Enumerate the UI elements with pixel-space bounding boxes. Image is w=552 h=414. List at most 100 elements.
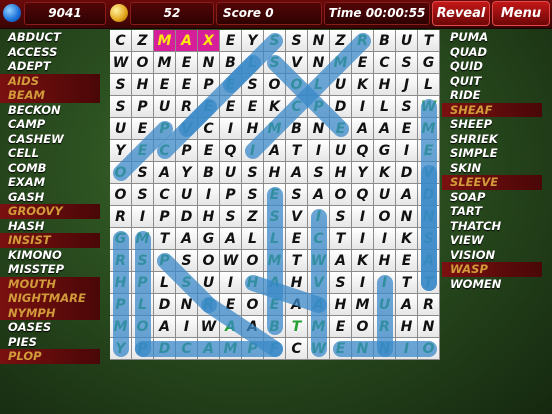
grid-cell[interactable]: M	[110, 316, 132, 338]
grid-cell[interactable]: E	[264, 294, 286, 316]
grid-cell[interactable]: U	[220, 162, 242, 184]
grid-cell[interactable]: O	[264, 74, 286, 96]
grid-cell[interactable]: I	[308, 140, 330, 162]
grid-cell[interactable]: I	[396, 338, 418, 360]
grid-cell[interactable]: E	[220, 96, 242, 118]
grid-cell[interactable]: A	[220, 228, 242, 250]
grid-cell[interactable]: E	[220, 294, 242, 316]
grid-cell[interactable]: S	[242, 162, 264, 184]
grid-cell[interactable]: E	[176, 74, 198, 96]
grid-cell[interactable]: S	[220, 206, 242, 228]
grid-cell[interactable]: W	[110, 52, 132, 74]
grid-cell[interactable]: W	[418, 96, 440, 118]
grid-cell[interactable]: E	[242, 96, 264, 118]
menu-button[interactable]: Menu	[492, 1, 550, 26]
grid-cell[interactable]: R	[374, 316, 396, 338]
grid-cell[interactable]: Z	[330, 30, 352, 52]
reveal-button[interactable]: Reveal	[432, 1, 490, 26]
grid-cell[interactable]: I	[374, 228, 396, 250]
grid-cell[interactable]: T	[418, 30, 440, 52]
grid-cell[interactable]: J	[396, 74, 418, 96]
grid-cell[interactable]: I	[308, 206, 330, 228]
grid-cell[interactable]: P	[110, 294, 132, 316]
grid-cell[interactable]: S	[264, 30, 286, 52]
grid-cell[interactable]: B	[286, 118, 308, 140]
grid-cell[interactable]: P	[132, 338, 154, 360]
grid-cell[interactable]: U	[330, 140, 352, 162]
grid-cell[interactable]: Y	[110, 140, 132, 162]
grid-cell[interactable]: M	[220, 338, 242, 360]
grid-cell[interactable]: V	[418, 162, 440, 184]
grid-cell[interactable]: A	[308, 294, 330, 316]
grid-cell[interactable]: Y	[110, 338, 132, 360]
grid-cell[interactable]: E	[330, 118, 352, 140]
grid-cell[interactable]: T	[418, 272, 440, 294]
grid-cell[interactable]: O	[286, 74, 308, 96]
grid-cell[interactable]: U	[374, 184, 396, 206]
grid-cell[interactable]: D	[176, 206, 198, 228]
grid-cell[interactable]: L	[132, 294, 154, 316]
grid-cell[interactable]: L	[374, 96, 396, 118]
grid-cell[interactable]: T	[286, 250, 308, 272]
grid-cell[interactable]: C	[286, 96, 308, 118]
grid-cell[interactable]: Q	[220, 140, 242, 162]
grid-cell[interactable]: M	[418, 118, 440, 140]
grid-cell[interactable]: S	[176, 250, 198, 272]
grid-cell[interactable]: E	[330, 338, 352, 360]
grid-cell[interactable]: H	[132, 74, 154, 96]
grid-cell[interactable]: S	[264, 206, 286, 228]
grid-cell[interactable]: U	[374, 294, 396, 316]
letter-grid[interactable]: CZMAXEYSSNZRBUTWOMENBLSVNMECSGSHEEPESOOL…	[110, 30, 440, 360]
grid-cell[interactable]: U	[110, 118, 132, 140]
grid-cell[interactable]: H	[242, 272, 264, 294]
grid-cell[interactable]: Q	[352, 140, 374, 162]
grid-cell[interactable]: C	[286, 338, 308, 360]
grid-cell[interactable]: O	[242, 294, 264, 316]
grid-cell[interactable]: G	[418, 52, 440, 74]
grid-cell[interactable]: E	[418, 140, 440, 162]
grid-cell[interactable]: N	[374, 338, 396, 360]
grid-cell[interactable]: Y	[176, 162, 198, 184]
grid-cell[interactable]: T	[286, 316, 308, 338]
grid-cell[interactable]: A	[264, 140, 286, 162]
grid-cell[interactable]: S	[286, 184, 308, 206]
grid-cell[interactable]: C	[154, 140, 176, 162]
grid-cell[interactable]: P	[132, 272, 154, 294]
grid-cell[interactable]: L	[154, 272, 176, 294]
grid-cell[interactable]: C	[308, 228, 330, 250]
grid-cell[interactable]: P	[220, 184, 242, 206]
grid-cell[interactable]: N	[352, 338, 374, 360]
grid-cell[interactable]: I	[198, 184, 220, 206]
grid-cell[interactable]: S	[418, 228, 440, 250]
grid-cell[interactable]: C	[374, 52, 396, 74]
grid-cell[interactable]: W	[308, 338, 330, 360]
grid-cell[interactable]: L	[418, 74, 440, 96]
grid-cell[interactable]: R	[110, 250, 132, 272]
grid-cell[interactable]: H	[330, 162, 352, 184]
grid-cell[interactable]: P	[154, 118, 176, 140]
grid-cell[interactable]: I	[352, 206, 374, 228]
grid-cell[interactable]: A	[352, 118, 374, 140]
grid-cell[interactable]: A	[264, 272, 286, 294]
grid-cell[interactable]: S	[242, 184, 264, 206]
grid-cell[interactable]: E	[220, 30, 242, 52]
grid-cell[interactable]: I	[396, 140, 418, 162]
grid-cell[interactable]: D	[418, 184, 440, 206]
grid-cell[interactable]: T	[154, 228, 176, 250]
grid-cell[interactable]: E	[396, 250, 418, 272]
grid-cell[interactable]: P	[154, 250, 176, 272]
grid-cell[interactable]: H	[264, 162, 286, 184]
grid-cell[interactable]: G	[374, 140, 396, 162]
grid-cell[interactable]: S	[396, 96, 418, 118]
grid-cell[interactable]: O	[352, 316, 374, 338]
grid-cell[interactable]: F	[264, 338, 286, 360]
grid-cell[interactable]: H	[374, 250, 396, 272]
grid-cell[interactable]: R	[176, 96, 198, 118]
grid-cell[interactable]: A	[220, 316, 242, 338]
grid-cell[interactable]: K	[264, 96, 286, 118]
grid-cell[interactable]: V	[286, 52, 308, 74]
grid-cell[interactable]: A	[308, 184, 330, 206]
grid-cell[interactable]: H	[396, 316, 418, 338]
grid-cell[interactable]: L	[264, 228, 286, 250]
grid-cell[interactable]: S	[286, 30, 308, 52]
